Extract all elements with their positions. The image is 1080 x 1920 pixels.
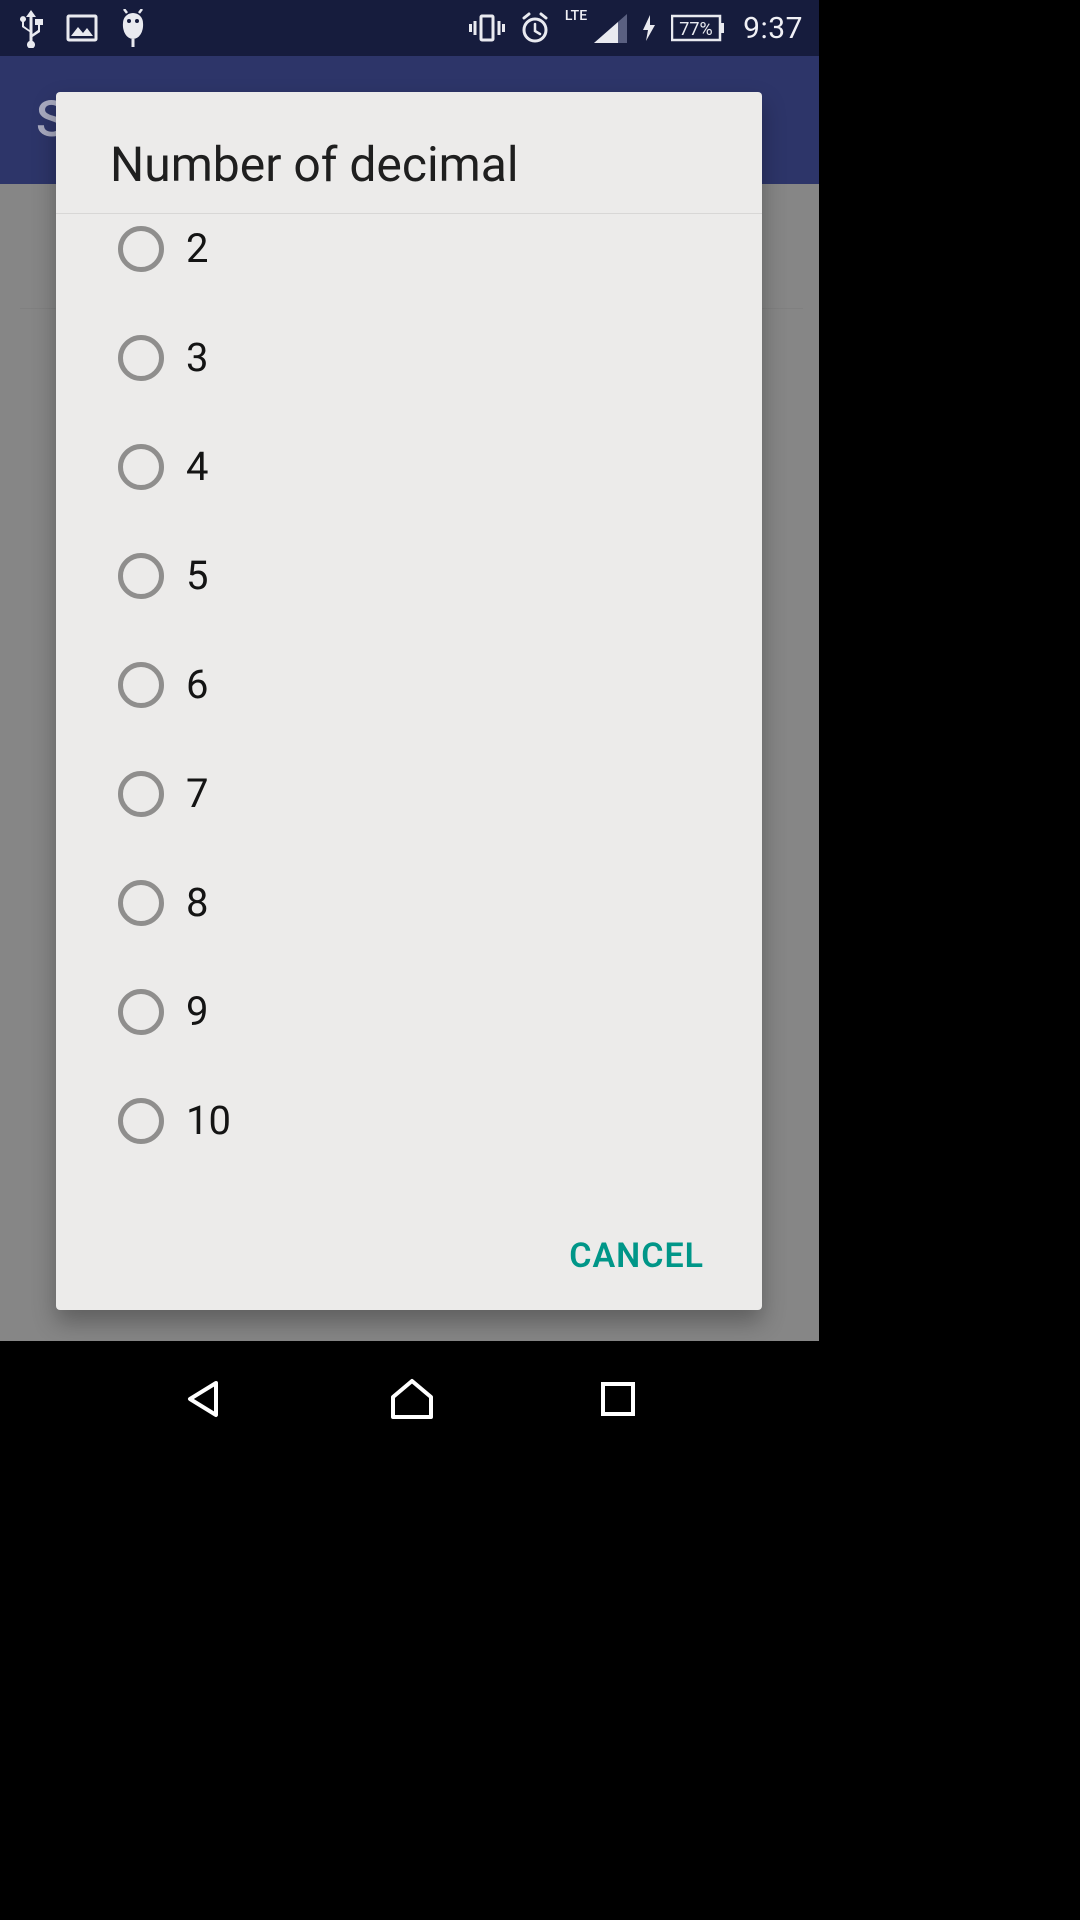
- lte-label: LTE: [565, 8, 587, 24]
- number-of-decimal-dialog: Number of decimal 2 3 4 5 6: [56, 92, 762, 1310]
- radio-unchecked-icon: [118, 335, 164, 381]
- vibrate-icon: [469, 13, 505, 43]
- home-button[interactable]: [389, 1377, 435, 1421]
- radio-unchecked-icon: [118, 662, 164, 708]
- charging-icon: [641, 14, 657, 42]
- radio-option-6[interactable]: 6: [56, 630, 762, 739]
- radio-label: 3: [186, 334, 208, 381]
- radio-option-9[interactable]: 9: [56, 957, 762, 1066]
- svg-text:77%: 77%: [679, 19, 712, 40]
- clock-time: 9:37: [743, 11, 803, 46]
- cancel-button[interactable]: CANCEL: [569, 1236, 704, 1276]
- dialog-header: Number of decimal: [56, 92, 762, 214]
- alarm-icon: [519, 12, 551, 44]
- signal-icon: [593, 13, 627, 43]
- radio-option-7[interactable]: 7: [56, 739, 762, 848]
- radio-label: 6: [186, 661, 208, 708]
- radio-label: 7: [186, 770, 208, 817]
- radio-unchecked-icon: [118, 771, 164, 817]
- status-bar: LTE 77% 9:37: [0, 0, 819, 56]
- dialog-title: Number of decimal: [110, 136, 708, 193]
- dialog-options-list[interactable]: 2 3 4 5 6 7 8: [56, 214, 762, 1218]
- radio-option-5[interactable]: 5: [56, 521, 762, 630]
- radio-label: 2: [186, 225, 208, 272]
- radio-unchecked-icon: [118, 1098, 164, 1144]
- radio-label: 9: [186, 988, 208, 1035]
- radio-option-2[interactable]: 2: [56, 214, 762, 303]
- radio-unchecked-icon: [118, 880, 164, 926]
- status-right-icons: LTE 77% 9:37: [469, 11, 803, 46]
- recent-apps-button[interactable]: [599, 1380, 637, 1418]
- usb-icon: [16, 8, 46, 48]
- radio-option-10[interactable]: 10: [56, 1066, 762, 1175]
- navigation-bar: [0, 1341, 819, 1456]
- radio-label: 5: [186, 552, 208, 599]
- radio-option-3[interactable]: 3: [56, 303, 762, 412]
- radio-unchecked-icon: [118, 444, 164, 490]
- radio-label: 10: [186, 1097, 231, 1144]
- debug-icon: [118, 9, 148, 47]
- radio-label: 8: [186, 879, 208, 926]
- image-icon: [66, 12, 98, 44]
- radio-option-4[interactable]: 4: [56, 412, 762, 521]
- dialog-actions: CANCEL: [56, 1218, 762, 1310]
- radio-label: 4: [186, 443, 208, 490]
- back-button[interactable]: [182, 1377, 226, 1421]
- radio-unchecked-icon: [118, 989, 164, 1035]
- radio-option-8[interactable]: 8: [56, 848, 762, 957]
- status-left-icons: [16, 8, 148, 48]
- battery-indicator: 77%: [671, 14, 725, 42]
- radio-unchecked-icon: [118, 226, 164, 272]
- radio-unchecked-icon: [118, 553, 164, 599]
